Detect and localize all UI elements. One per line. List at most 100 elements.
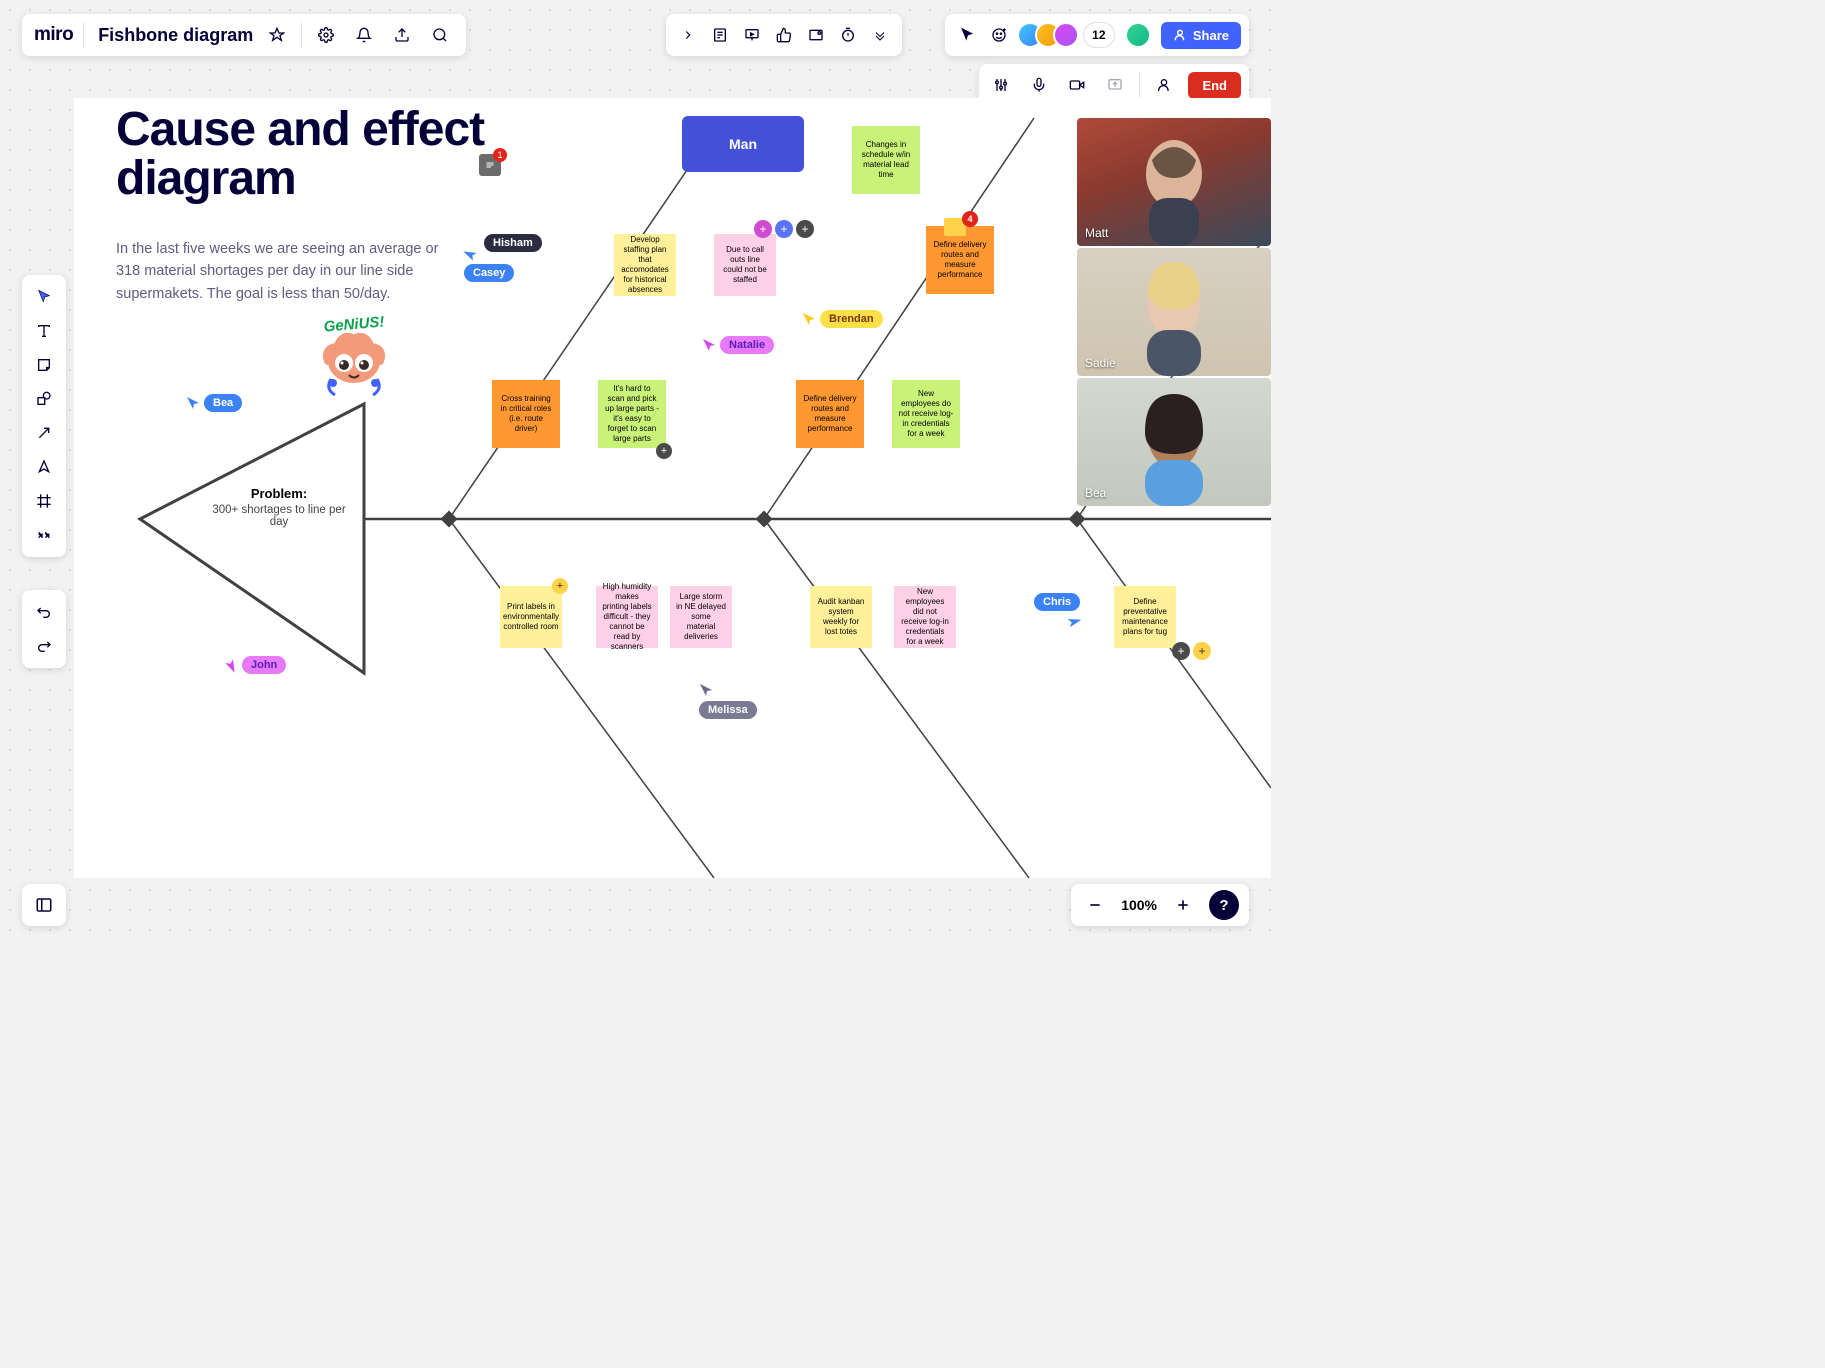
plus-dot[interactable]: + bbox=[1193, 642, 1211, 660]
separator bbox=[1139, 72, 1140, 98]
cursor-hisham: Hisham bbox=[484, 234, 542, 252]
problem-label: Problem: bbox=[209, 486, 349, 501]
arrow-tool[interactable] bbox=[30, 419, 58, 447]
app-logo[interactable]: miro bbox=[34, 24, 73, 46]
plus-badge-icon[interactable]: + bbox=[656, 443, 672, 459]
shape-tool[interactable] bbox=[30, 385, 58, 413]
video-panel: Matt Sadie Bea bbox=[1077, 118, 1271, 506]
gear-icon[interactable] bbox=[312, 21, 340, 49]
text-tool[interactable] bbox=[30, 317, 58, 345]
sliders-icon[interactable] bbox=[987, 71, 1015, 99]
sticky-note[interactable]: High humidity makes printing labels diff… bbox=[596, 586, 658, 648]
sticky-note[interactable]: Due to call outs line could not be staff… bbox=[714, 234, 776, 296]
upload-icon[interactable] bbox=[388, 21, 416, 49]
comment-thread-icon[interactable]: 1 bbox=[479, 154, 501, 176]
video-name: Sadie bbox=[1085, 356, 1116, 370]
genius-sticker[interactable]: GeNiUS! bbox=[319, 316, 389, 402]
pen-tool[interactable] bbox=[30, 453, 58, 481]
plus-dot[interactable]: + bbox=[775, 220, 793, 238]
frame-icon[interactable] bbox=[802, 21, 830, 49]
undo-button[interactable] bbox=[30, 598, 58, 626]
cursor-melissa: Melissa bbox=[699, 683, 757, 719]
toolbar-top-center bbox=[666, 14, 902, 56]
problem-text: 300+ shortages to line per day bbox=[209, 504, 349, 528]
sticky-note[interactable]: Large storm in NE delayed some material … bbox=[670, 586, 732, 648]
video-name: Matt bbox=[1085, 226, 1108, 240]
note-reactions[interactable]: + + bbox=[1172, 642, 1211, 660]
sticky-note[interactable]: Define delivery routes and measure perfo… bbox=[926, 226, 994, 294]
note-badge: 4 bbox=[962, 211, 978, 227]
video-tile[interactable]: Sadie bbox=[1077, 248, 1271, 376]
cursor-natalie: Natalie bbox=[702, 336, 774, 354]
my-avatar[interactable] bbox=[1125, 22, 1151, 48]
video-tile[interactable]: Matt bbox=[1077, 118, 1271, 246]
cursor-chris: Chris bbox=[1034, 593, 1080, 629]
screenshare-icon[interactable] bbox=[1101, 71, 1129, 99]
notes-icon[interactable] bbox=[706, 21, 734, 49]
avatar[interactable] bbox=[1053, 22, 1079, 48]
board-canvas[interactable]: Cause and effect diagram In the last fiv… bbox=[74, 98, 1271, 878]
sticky-note[interactable]: Define preventative maintenance plans fo… bbox=[1114, 586, 1176, 648]
cursor-bea: Bea bbox=[186, 394, 242, 412]
more-tools[interactable] bbox=[30, 521, 58, 549]
problem-block: Problem: 300+ shortages to line per day bbox=[209, 486, 349, 528]
cursor-icon[interactable] bbox=[953, 21, 981, 49]
reaction-add-icon[interactable] bbox=[985, 21, 1013, 49]
star-icon[interactable] bbox=[263, 21, 291, 49]
note-reactions[interactable]: + + + bbox=[754, 220, 814, 238]
separator bbox=[83, 22, 84, 48]
plus-dot[interactable]: + bbox=[754, 220, 772, 238]
microphone-icon[interactable] bbox=[1025, 71, 1053, 99]
zoom-in-button[interactable] bbox=[1169, 891, 1197, 919]
chevron-down-icon[interactable] bbox=[866, 21, 894, 49]
zoom-toolbar: 100% ? bbox=[1071, 884, 1249, 926]
plus-dot[interactable]: + bbox=[1172, 642, 1190, 660]
share-button[interactable]: Share bbox=[1161, 22, 1241, 49]
participant-count[interactable]: 12 bbox=[1083, 22, 1115, 48]
participant-avatars[interactable]: 12 bbox=[1017, 22, 1115, 48]
sticky-note[interactable]: It's hard to scan and pick up large part… bbox=[598, 380, 666, 448]
toolbar-top-left: miro Fishbone diagram bbox=[22, 14, 466, 56]
person-icon[interactable] bbox=[1150, 71, 1178, 99]
end-button[interactable]: End bbox=[1188, 72, 1241, 99]
select-tool[interactable] bbox=[30, 283, 58, 311]
sticky-note[interactable]: New employees did not receive log-in cre… bbox=[894, 586, 956, 648]
redo-button[interactable] bbox=[30, 632, 58, 660]
toolbar-top-right: 12 Share bbox=[945, 14, 1249, 56]
category-man[interactable]: Man bbox=[682, 116, 804, 172]
sticky-note[interactable]: Changes in schedule w/in material lead t… bbox=[852, 126, 920, 194]
frame-tool[interactable] bbox=[30, 487, 58, 515]
thumbs-up-icon[interactable] bbox=[770, 21, 798, 49]
chevron-right-icon[interactable] bbox=[674, 21, 702, 49]
cursor-brendan: Brendan bbox=[802, 310, 883, 328]
plus-dot[interactable]: + bbox=[796, 220, 814, 238]
sticky-note[interactable]: Audit kanban system weekly for lost tote… bbox=[810, 586, 872, 648]
presentation-icon[interactable] bbox=[738, 21, 766, 49]
hide-panel-button[interactable] bbox=[22, 884, 66, 926]
help-button[interactable]: ? bbox=[1209, 890, 1239, 920]
video-icon[interactable] bbox=[1063, 71, 1091, 99]
video-tile[interactable]: Bea bbox=[1077, 378, 1271, 506]
cursor-john: John bbox=[224, 656, 286, 674]
video-name: Bea bbox=[1085, 486, 1106, 500]
board-title[interactable]: Fishbone diagram bbox=[98, 25, 253, 46]
sticky-note[interactable]: New employees do not receive log-in cred… bbox=[892, 380, 960, 448]
zoom-level[interactable]: 100% bbox=[1121, 897, 1157, 913]
timer-icon[interactable] bbox=[834, 21, 862, 49]
sticky-note[interactable]: Develop staffing plan that accomodates f… bbox=[614, 234, 676, 296]
cursor-casey: Casey bbox=[464, 248, 514, 282]
share-label: Share bbox=[1193, 28, 1229, 43]
sticky-note[interactable]: Cross training in critical roles (i.e. r… bbox=[492, 380, 560, 448]
zoom-out-button[interactable] bbox=[1081, 891, 1109, 919]
diagram-description: In the last five weeks we are seeing an … bbox=[116, 238, 456, 305]
sticky-tool[interactable] bbox=[30, 351, 58, 379]
sticky-note[interactable]: Print labels in environmentally controll… bbox=[500, 586, 562, 648]
undo-redo-sidebar bbox=[22, 590, 66, 668]
search-icon[interactable] bbox=[426, 21, 454, 49]
sticky-note[interactable]: Define delivery routes and measure perfo… bbox=[796, 380, 864, 448]
separator bbox=[301, 22, 302, 48]
diagram-title: Cause and effect diagram bbox=[116, 106, 496, 204]
plus-badge-icon[interactable]: + bbox=[552, 578, 568, 594]
comment-count-badge: 1 bbox=[493, 148, 507, 162]
bell-icon[interactable] bbox=[350, 21, 378, 49]
